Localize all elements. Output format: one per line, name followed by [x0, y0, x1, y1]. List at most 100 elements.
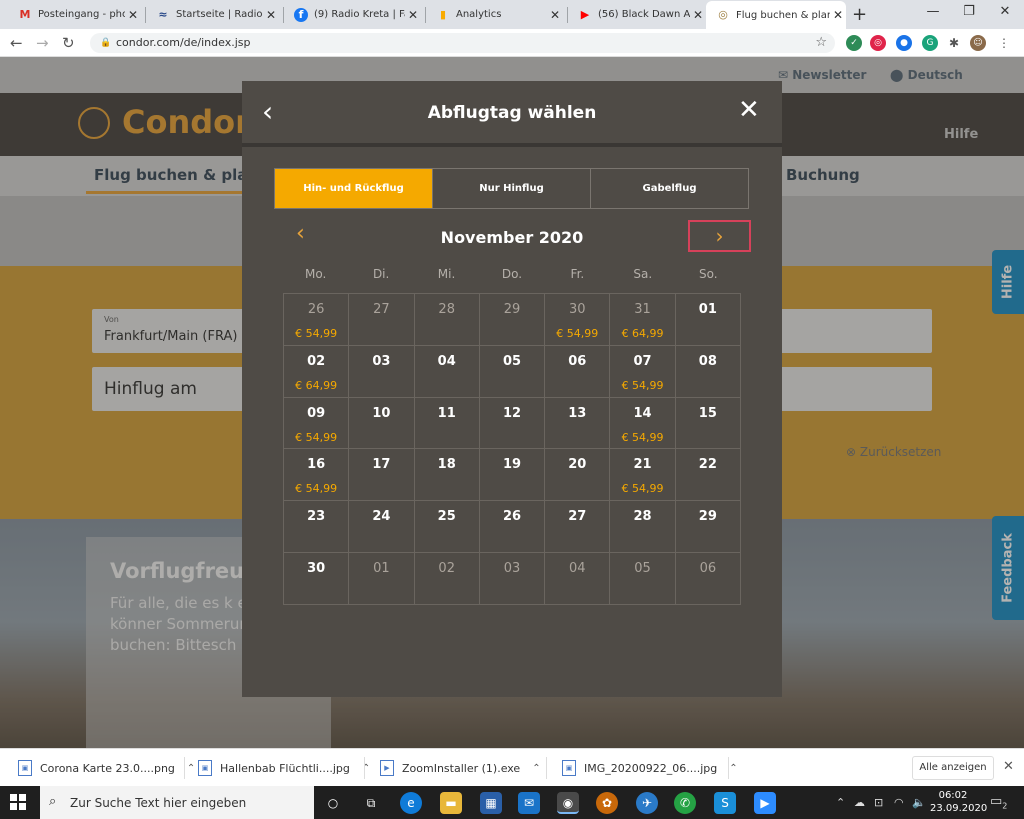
system-clock[interactable]: 06:02 23.09.2020: [930, 789, 987, 815]
tray-chevron-icon[interactable]: ⌃: [836, 796, 845, 809]
trip-type-open-jaw[interactable]: Gabelflug: [591, 169, 748, 208]
gimp-icon[interactable]: ✿: [596, 792, 618, 814]
calendar-day[interactable]: 13: [545, 397, 611, 450]
restore-icon[interactable]: ❐: [954, 4, 984, 19]
chevron-up-icon[interactable]: ⌃: [532, 763, 540, 774]
calendar-day[interactable]: 14 € 54,99: [610, 397, 676, 450]
close-icon[interactable]: ✕: [690, 8, 706, 22]
calendar-day[interactable]: 20: [545, 449, 611, 502]
calendar-day[interactable]: 03: [479, 553, 546, 605]
calendar-day[interactable]: 06: [545, 345, 611, 398]
close-icon[interactable]: ✕: [547, 8, 563, 22]
trip-type-one-way[interactable]: Nur Hinflug: [433, 169, 591, 208]
edge-icon[interactable]: e: [400, 792, 422, 814]
calendar-day[interactable]: 27: [545, 501, 611, 554]
tab-condor-active[interactable]: ◎ Flug buchen & plane ✕: [706, 1, 846, 29]
whatsapp-icon[interactable]: ✆: [674, 792, 696, 814]
calendar-day[interactable]: 05: [479, 345, 546, 398]
calendar-day[interactable]: 22: [675, 449, 741, 502]
close-icon[interactable]: ✕: [125, 8, 141, 22]
close-downloads-icon[interactable]: ✕: [1003, 759, 1014, 774]
calendar-day[interactable]: 27: [349, 294, 415, 346]
mail-icon[interactable]: ✉: [518, 792, 540, 814]
extension-target-icon[interactable]: ◎: [870, 35, 886, 51]
calendar-day[interactable]: 29: [675, 501, 741, 554]
volume-icon[interactable]: 🔈: [912, 796, 926, 809]
download-item[interactable]: ▣ IMG_20200922_06....jpg ⌃: [562, 749, 738, 787]
calendar-day[interactable]: 05: [610, 553, 676, 605]
calendar-day[interactable]: 04: [414, 345, 480, 398]
tab-radio-kreta[interactable]: ≈ Startseite | Radio Kre ✕: [146, 2, 284, 27]
modal-close-icon[interactable]: ✕: [738, 95, 760, 125]
calendar-day[interactable]: 30 € 54,99: [545, 294, 611, 346]
download-item[interactable]: ▣ Hallenbab Flüchtli....jpg ⌃: [198, 749, 370, 787]
file-explorer-icon[interactable]: ▬: [440, 792, 462, 814]
download-item[interactable]: ▣ Corona Karte 23.0....png ⌃: [18, 749, 195, 787]
calendar-day[interactable]: 10: [349, 397, 415, 450]
calendar-day[interactable]: 26 € 54,99: [284, 294, 350, 346]
calendar-day[interactable]: 09 € 54,99: [284, 397, 350, 450]
calendar-day[interactable]: 08: [675, 345, 741, 398]
show-all-downloads-button[interactable]: Alle anzeigen: [912, 756, 994, 780]
forward-icon[interactable]: →: [36, 34, 49, 52]
notifications-icon[interactable]: ▭2: [990, 794, 1007, 811]
calendar-day[interactable]: 28: [610, 501, 676, 554]
zoom-icon[interactable]: ▶: [754, 792, 776, 814]
thunderbird-icon[interactable]: ✈: [636, 792, 658, 814]
calendar-day[interactable]: 11: [414, 397, 480, 450]
extension-shield-icon[interactable]: ✓: [846, 35, 862, 51]
calendar-day[interactable]: 06: [675, 553, 741, 605]
next-month-icon[interactable]: ›: [688, 220, 751, 252]
extension-circle-icon[interactable]: ●: [896, 35, 912, 51]
cortana-icon[interactable]: ○: [322, 792, 344, 814]
calendar-day[interactable]: 24: [349, 501, 415, 554]
tab-analytics[interactable]: ▮ Analytics ✕: [426, 2, 568, 27]
calendar-day[interactable]: 01: [675, 294, 741, 346]
new-tab-button[interactable]: +: [852, 4, 867, 25]
skype-icon[interactable]: S: [714, 792, 736, 814]
calendar-day[interactable]: 18: [414, 449, 480, 502]
calendar-day[interactable]: 16 € 54,99: [284, 449, 350, 502]
close-icon[interactable]: ✕: [830, 8, 846, 22]
calendar-day[interactable]: 21 € 54,99: [610, 449, 676, 502]
task-view-icon[interactable]: ⧉: [360, 792, 382, 814]
close-icon[interactable]: ✕: [263, 8, 279, 22]
calendar-day[interactable]: 30: [284, 553, 350, 605]
taskbar-search-input[interactable]: ⌕ Zur Suche Text hier eingeben: [40, 786, 314, 819]
calendar-day[interactable]: 02 € 64,99: [284, 345, 350, 398]
tab-youtube[interactable]: ▶ (56) Black Dawn Acti ✕: [568, 2, 706, 27]
calendar-day[interactable]: 15: [675, 397, 741, 450]
calendar-day[interactable]: 23: [284, 501, 350, 554]
bookmark-star-icon[interactable]: ☆: [815, 33, 827, 53]
download-item[interactable]: ▶ ZoomInstaller (1).exe ⌃: [380, 749, 541, 787]
trip-type-round-trip[interactable]: Hin- und Rückflug: [275, 169, 433, 208]
address-bar[interactable]: 🔒 condor.com/de/index.jsp ☆: [90, 33, 835, 53]
calendar-day[interactable]: 25: [414, 501, 480, 554]
reload-icon[interactable]: ↻: [62, 34, 75, 52]
back-icon[interactable]: ←: [10, 34, 23, 52]
chevron-up-icon[interactable]: ⌃: [187, 763, 195, 774]
chrome-icon[interactable]: ◉: [557, 792, 579, 814]
calendar-day[interactable]: 17: [349, 449, 415, 502]
chevron-up-icon[interactable]: ⌃: [729, 763, 737, 774]
extensions-puzzle-icon[interactable]: ✱: [946, 35, 962, 51]
tab-gmail[interactable]: M Posteingang - phoen ✕: [8, 2, 146, 27]
extension-grammar-icon[interactable]: G: [922, 35, 938, 51]
calendar-day[interactable]: 19: [479, 449, 546, 502]
windows-start-icon[interactable]: [10, 794, 27, 811]
onedrive-icon[interactable]: ☁: [854, 796, 865, 809]
calendar-day[interactable]: 02: [414, 553, 480, 605]
window-close-icon[interactable]: ✕: [990, 4, 1020, 19]
calendar-day[interactable]: 31 € 64,99: [610, 294, 676, 346]
tab-facebook[interactable]: f (9) Radio Kreta | Face ✕: [284, 2, 426, 27]
calendar-day[interactable]: 03: [349, 345, 415, 398]
calendar-day[interactable]: 28: [414, 294, 480, 346]
calendar-day[interactable]: 29: [479, 294, 546, 346]
close-icon[interactable]: ✕: [405, 8, 421, 22]
calendar-day[interactable]: 07 € 54,99: [610, 345, 676, 398]
store-icon[interactable]: ▦: [480, 792, 502, 814]
calendar-day[interactable]: 01: [349, 553, 415, 605]
calendar-day[interactable]: 12: [479, 397, 546, 450]
wifi-icon[interactable]: ◠: [894, 796, 904, 809]
calendar-day[interactable]: 04: [545, 553, 611, 605]
